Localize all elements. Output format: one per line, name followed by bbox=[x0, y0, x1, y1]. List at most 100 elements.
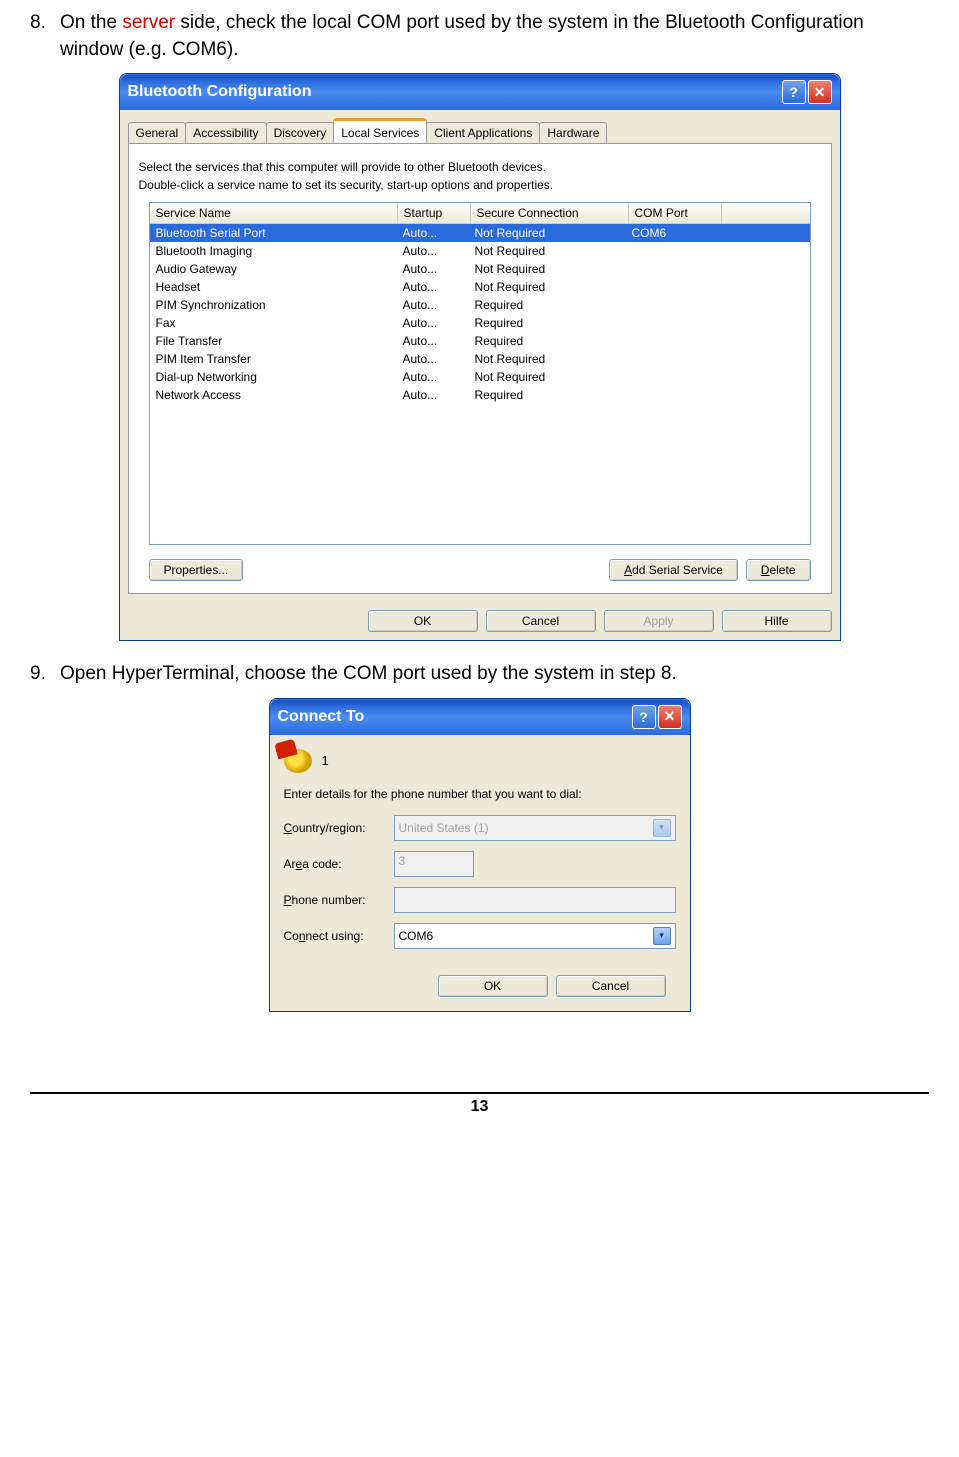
cell-startup: Auto... bbox=[397, 387, 469, 403]
chevron-down-icon[interactable]: ▾ bbox=[653, 927, 671, 945]
ok-button[interactable]: OK bbox=[438, 975, 548, 997]
bt-panel: Select the services that this computer w… bbox=[128, 144, 832, 594]
country-label: Country/region: bbox=[284, 821, 394, 835]
cancel-button[interactable]: Cancel bbox=[486, 610, 596, 632]
cell-secure: Not Required bbox=[469, 279, 626, 295]
area-code-label: Area code: bbox=[284, 857, 394, 871]
header-startup[interactable]: Startup bbox=[398, 203, 471, 223]
area-code-row: Area code: 3 bbox=[284, 851, 676, 877]
ct-instruction: Enter details for the phone number that … bbox=[284, 787, 676, 801]
phone-icon bbox=[284, 749, 312, 773]
cell-name: PIM Synchronization bbox=[150, 297, 397, 313]
service-row[interactable]: Audio GatewayAuto...Not Required bbox=[150, 260, 810, 278]
cell-startup: Auto... bbox=[397, 297, 469, 313]
ct-title: Connect To bbox=[278, 708, 365, 726]
step-9: 9. Open HyperTerminal, choose the COM po… bbox=[30, 661, 929, 688]
properties-button[interactable]: Properties... bbox=[149, 559, 244, 581]
connection-name: 1 bbox=[322, 753, 329, 768]
ok-button[interactable]: OK bbox=[368, 610, 478, 632]
cell-port bbox=[626, 351, 718, 367]
service-row[interactable]: Dial-up NetworkingAuto...Not Required bbox=[150, 368, 810, 386]
step-8-server-word: server bbox=[122, 12, 175, 33]
service-row[interactable]: FaxAuto...Required bbox=[150, 314, 810, 332]
connect-using-select[interactable]: COM6 ▾ bbox=[394, 923, 676, 949]
help-icon[interactable]: ? bbox=[782, 80, 806, 104]
bt-footer-buttons: OK Cancel Apply Hilfe bbox=[120, 602, 840, 640]
tab-client-applications[interactable]: Client Applications bbox=[426, 122, 540, 143]
chevron-down-icon: ▾ bbox=[653, 819, 671, 837]
cell-name: Fax bbox=[150, 315, 397, 331]
service-row[interactable]: PIM Item TransferAuto...Not Required bbox=[150, 350, 810, 368]
ct-body: 1 Enter details for the phone number tha… bbox=[270, 735, 690, 1011]
service-row[interactable]: Bluetooth Serial PortAuto...Not Required… bbox=[150, 224, 810, 242]
tab-discovery[interactable]: Discovery bbox=[266, 122, 335, 143]
cell-startup: Auto... bbox=[397, 279, 469, 295]
cell-startup: Auto... bbox=[397, 351, 469, 367]
listview-empty-space bbox=[150, 404, 810, 544]
cell-port bbox=[626, 261, 718, 277]
cell-port bbox=[626, 387, 718, 403]
listview-rows: Bluetooth Serial PortAuto...Not Required… bbox=[150, 224, 810, 404]
tab-hardware[interactable]: Hardware bbox=[539, 122, 607, 143]
bluetooth-config-wrapper: Bluetooth Configuration ? ✕ GeneralAcces… bbox=[30, 73, 929, 641]
cell-startup: Auto... bbox=[397, 333, 469, 349]
cell-startup: Auto... bbox=[397, 225, 469, 241]
header-com-port[interactable]: COM Port bbox=[629, 203, 722, 223]
services-button-row: Properties... Add Serial Service Delete bbox=[139, 545, 821, 581]
header-service-name[interactable]: Service Name bbox=[150, 203, 398, 223]
connect-using-value: COM6 bbox=[399, 929, 434, 943]
close-icon[interactable]: ✕ bbox=[658, 705, 682, 729]
cell-name: Bluetooth Serial Port bbox=[150, 225, 397, 241]
bt-instruction-1: Select the services that this computer w… bbox=[139, 160, 821, 174]
cell-secure: Required bbox=[469, 333, 626, 349]
cell-port bbox=[626, 297, 718, 313]
step-8-number: 8. bbox=[30, 10, 60, 63]
bt-instruction-2: Double-click a service name to set its s… bbox=[139, 178, 821, 192]
step-8-pre: On the bbox=[60, 12, 122, 33]
bt-title: Bluetooth Configuration bbox=[128, 83, 312, 101]
cell-port: COM6 bbox=[626, 225, 718, 241]
step-8-body: On the server side, check the local COM … bbox=[60, 10, 929, 63]
service-row[interactable]: File TransferAuto...Required bbox=[150, 332, 810, 350]
service-row[interactable]: Bluetooth ImagingAuto...Not Required bbox=[150, 242, 810, 260]
cell-port bbox=[626, 333, 718, 349]
service-row[interactable]: PIM SynchronizationAuto...Required bbox=[150, 296, 810, 314]
help-icon[interactable]: ? bbox=[632, 705, 656, 729]
connection-header: 1 bbox=[284, 749, 676, 773]
phone-number-row: Phone number: bbox=[284, 887, 676, 913]
tab-local-services[interactable]: Local Services bbox=[333, 118, 427, 143]
service-row[interactable]: Network AccessAuto...Required bbox=[150, 386, 810, 404]
cell-startup: Auto... bbox=[397, 261, 469, 277]
apply-button[interactable]: Apply bbox=[604, 610, 714, 632]
cell-name: PIM Item Transfer bbox=[150, 351, 397, 367]
cancel-button[interactable]: Cancel bbox=[556, 975, 666, 997]
country-row: Country/region: United States (1) ▾ bbox=[284, 815, 676, 841]
tab-general[interactable]: General bbox=[128, 122, 187, 143]
delete-button[interactable]: Delete bbox=[746, 559, 811, 581]
tab-accessibility[interactable]: Accessibility bbox=[185, 122, 266, 143]
page-footer: 13 bbox=[30, 1092, 929, 1116]
service-row[interactable]: HeadsetAuto...Not Required bbox=[150, 278, 810, 296]
cell-name: Network Access bbox=[150, 387, 397, 403]
cell-port bbox=[626, 243, 718, 259]
ct-titlebar-buttons: ? ✕ bbox=[632, 705, 682, 729]
step-9-number: 9. bbox=[30, 661, 60, 688]
header-secure[interactable]: Secure Connection bbox=[471, 203, 629, 223]
bt-titlebar-buttons: ? ✕ bbox=[782, 80, 832, 104]
hilfe-button[interactable]: Hilfe bbox=[722, 610, 832, 632]
close-icon[interactable]: ✕ bbox=[808, 80, 832, 104]
ct-button-row: OK Cancel bbox=[284, 959, 676, 997]
connect-using-row: Connect using: COM6 ▾ bbox=[284, 923, 676, 949]
connect-to-wrapper: Connect To ? ✕ 1 Enter details for the p… bbox=[30, 698, 929, 1012]
services-listview[interactable]: Service Name Startup Secure Connection C… bbox=[149, 202, 811, 545]
cell-secure: Not Required bbox=[469, 225, 626, 241]
add-serial-service-button[interactable]: Add Serial Service bbox=[609, 559, 738, 581]
cell-port bbox=[626, 369, 718, 385]
ct-titlebar: Connect To ? ✕ bbox=[270, 699, 690, 735]
cell-port bbox=[626, 279, 718, 295]
connect-using-label: Connect using: bbox=[284, 929, 394, 943]
step-9-body: Open HyperTerminal, choose the COM port … bbox=[60, 661, 929, 688]
cell-secure: Required bbox=[469, 315, 626, 331]
bluetooth-config-window: Bluetooth Configuration ? ✕ GeneralAcces… bbox=[119, 73, 841, 641]
step-8-post: side, check the local COM port used by t… bbox=[60, 12, 864, 60]
